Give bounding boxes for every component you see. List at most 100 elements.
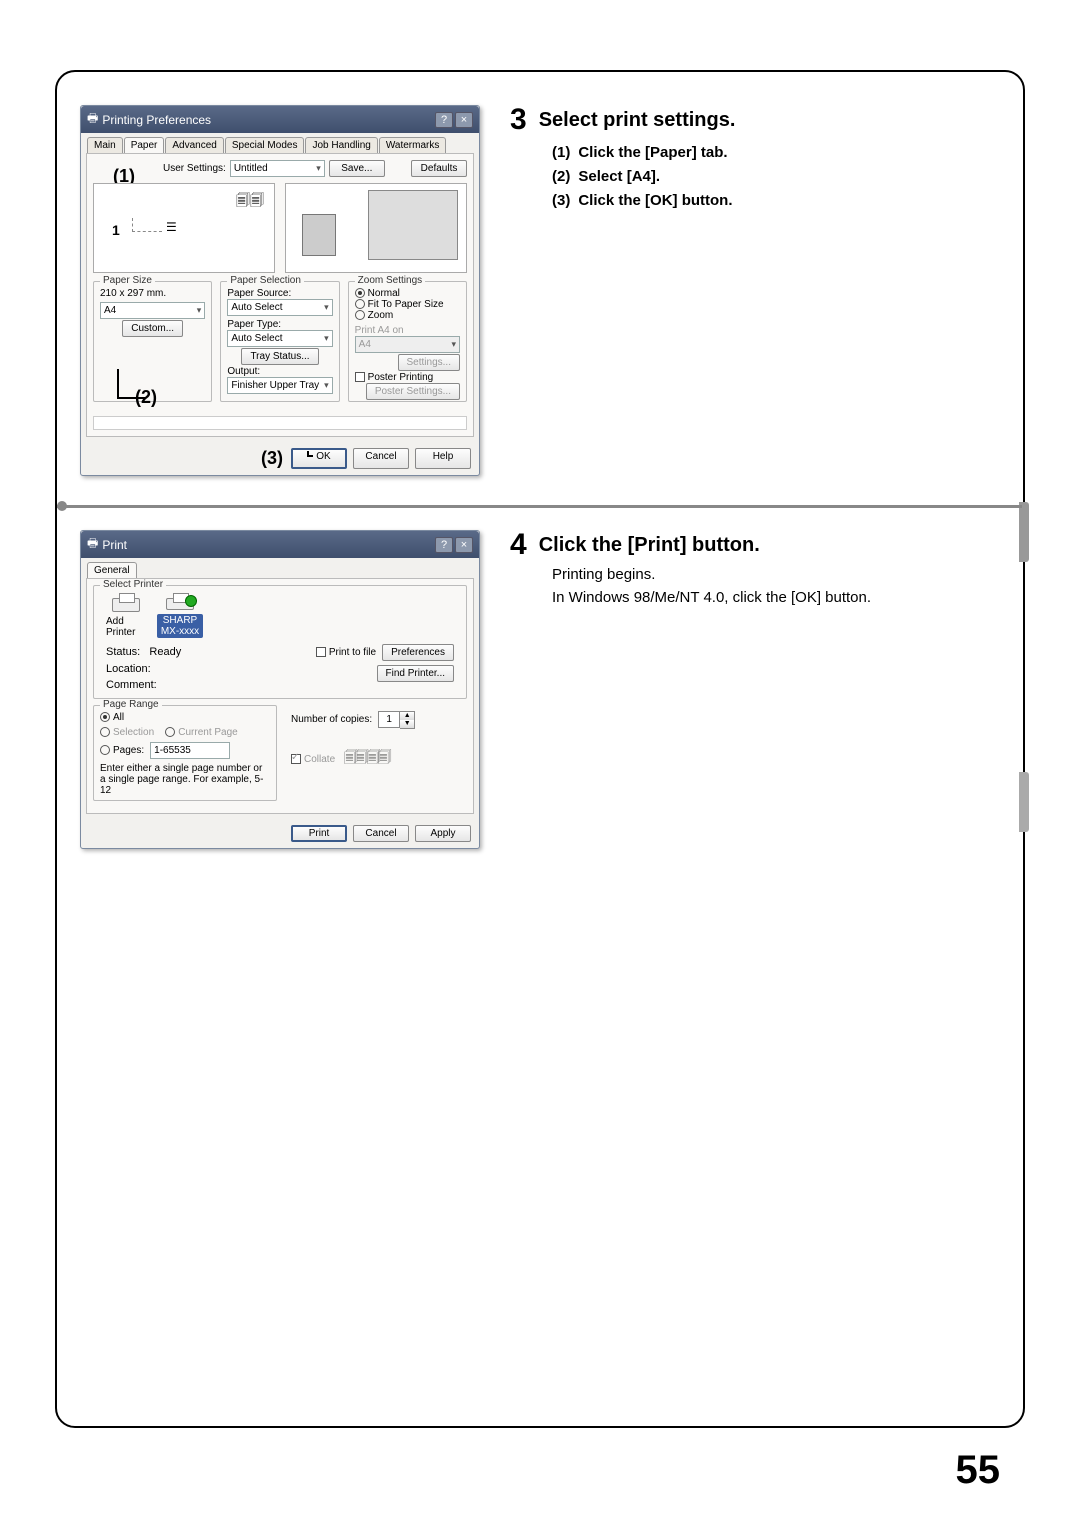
apply-button[interactable]: Apply xyxy=(415,825,471,842)
paper-type-combo[interactable]: Auto Select ▾ xyxy=(227,330,332,347)
close-icon[interactable]: × xyxy=(455,537,473,553)
find-printer-button[interactable]: Find Printer... xyxy=(377,665,454,682)
radio-zoom[interactable]: Zoom xyxy=(355,310,460,321)
copies-label: Number of copies: xyxy=(291,714,372,725)
paper-source-combo[interactable]: Auto Select▾ xyxy=(227,299,332,316)
user-settings-value: Untitled xyxy=(234,163,268,174)
chevron-down-icon: ▾ xyxy=(197,305,202,316)
tab-job-handling[interactable]: Job Handling xyxy=(305,137,377,153)
dialog-body: (1) User Settings: Untitled▾ Save... Def… xyxy=(86,153,474,437)
pages-input[interactable]: 1-65535 xyxy=(150,742,230,759)
step-3-substeps: (1)Click the [Paper] tab. (2)Select [A4]… xyxy=(552,141,995,213)
tab-main[interactable]: Main xyxy=(87,137,123,153)
pages-stack-icon: 🗐🗐 xyxy=(236,190,264,214)
printer-icon: 🖶 xyxy=(87,534,98,555)
step-3-number: 3 xyxy=(510,105,527,135)
dialog-titlebar: 🖶 Printing Preferences ? × xyxy=(81,106,479,133)
radio-fit[interactable]: Fit To Paper Size xyxy=(355,299,460,310)
step-4-desc-2: In Windows 98/Me/NT 4.0, click the [OK] … xyxy=(552,587,995,610)
output-value: Finisher Upper Tray xyxy=(231,380,319,391)
preview-guide xyxy=(132,218,162,232)
group-paper-size: Paper Size 210 x 297 mm. A4▾ Custom... xyxy=(93,281,212,402)
location-label: Location: xyxy=(106,661,181,678)
print-dialog: 🖶 Print ? × General Select Printer Add P… xyxy=(80,530,480,849)
tabs-strip: Main Paper Advanced Special Modes Job Ha… xyxy=(81,133,479,153)
tray-icon: ☰ xyxy=(166,220,177,234)
print-button[interactable]: Print xyxy=(291,825,347,842)
paper-type-value: Auto Select xyxy=(231,333,282,344)
print-titlebar: 🖶 Print ? × xyxy=(81,531,479,558)
finisher-illustration xyxy=(302,214,336,256)
radio-selection: Selection xyxy=(100,727,154,738)
chevron-down-icon: ▾ xyxy=(451,339,456,350)
divider-dot xyxy=(57,501,67,511)
tab-advanced[interactable]: Advanced xyxy=(165,137,223,153)
tab-special-modes[interactable]: Special Modes xyxy=(225,137,305,153)
group-select-printer: Select Printer Add Printer SHARP MX-xxxx xyxy=(93,585,467,699)
side-tab-marker xyxy=(1019,502,1029,562)
user-settings-combo[interactable]: Untitled ▾ xyxy=(230,160,325,177)
callout-2-line xyxy=(117,369,145,399)
spinner-down-icon[interactable]: ▼ xyxy=(400,720,414,728)
zoom-legend: Zoom Settings xyxy=(355,275,425,286)
close-icon[interactable]: × xyxy=(455,112,473,128)
ok-button[interactable]: OK xyxy=(291,448,347,469)
help-button[interactable]: Help xyxy=(415,448,471,469)
select-printer-legend: Select Printer xyxy=(100,579,166,590)
tray-status-button[interactable]: Tray Status... xyxy=(241,348,318,365)
printing-preferences-dialog: 🖶 Printing Preferences ? × Main Paper Ad… xyxy=(80,105,480,476)
help-icon[interactable]: ? xyxy=(435,537,453,553)
save-button[interactable]: Save... xyxy=(329,160,385,177)
print-to-file-checkbox[interactable]: Print to file xyxy=(316,647,376,658)
status-value: Ready xyxy=(149,646,181,658)
cancel-button[interactable]: Cancel xyxy=(353,448,409,469)
group-paper-selection: Paper Selection Paper Source: Auto Selec… xyxy=(220,281,339,402)
group-page-range: Page Range All Selection Current Page Pa… xyxy=(93,705,277,801)
step-3-title: Select print settings. xyxy=(539,109,736,132)
preferences-button[interactable]: Preferences xyxy=(382,644,454,661)
collate-icon: 🗐🗐 🗐🗐 xyxy=(344,749,389,765)
group-zoom: Zoom Settings Normal Fit To Paper Size Z… xyxy=(348,281,467,402)
poster-settings-button: Poster Settings... xyxy=(366,383,460,400)
print-cancel-button[interactable]: Cancel xyxy=(353,825,409,842)
radio-pages[interactable]: Pages: xyxy=(100,745,144,756)
add-printer-item[interactable]: Add Printer xyxy=(106,598,146,638)
step-4-desc-1: Printing begins. xyxy=(552,564,995,587)
copies-spinner[interactable]: 1 ▲▼ xyxy=(378,711,415,729)
callout-3: (3) xyxy=(261,448,283,469)
radio-all[interactable]: All xyxy=(100,712,270,723)
paper-size-legend: Paper Size xyxy=(100,275,155,286)
chevron-down-icon: ▾ xyxy=(316,163,321,174)
defaults-button[interactable]: Defaults xyxy=(411,160,467,177)
chevron-down-icon: ▾ xyxy=(324,333,329,344)
custom-button[interactable]: Custom... xyxy=(122,320,183,337)
checkbox-poster[interactable]: Poster Printing xyxy=(355,372,460,383)
print-on-label: Print A4 on xyxy=(355,325,460,336)
help-icon[interactable]: ? xyxy=(435,112,453,128)
page-range-hint: Enter either a single page number or a s… xyxy=(100,763,270,796)
output-combo[interactable]: Finisher Upper Tray▾ xyxy=(227,377,332,394)
sharp-printer-label: SHARP MX-xxxx xyxy=(157,614,203,638)
comment-label: Comment: xyxy=(106,677,181,694)
step-4-number: 4 xyxy=(510,530,527,560)
sharp-printer-item[interactable]: SHARP MX-xxxx xyxy=(160,598,200,638)
sharp-printer-icon xyxy=(166,598,194,610)
dialog-title: Printing Preferences xyxy=(102,113,211,127)
paper-size-combo[interactable]: A4▾ xyxy=(100,302,205,319)
spinner-up-icon[interactable]: ▲ xyxy=(400,712,414,720)
page-range-legend: Page Range xyxy=(100,699,162,710)
status-label: Status: xyxy=(106,646,140,658)
check-icon xyxy=(185,595,197,607)
output-label: Output: xyxy=(227,366,332,377)
tab-watermarks[interactable]: Watermarks xyxy=(379,137,447,153)
tab-general[interactable]: General xyxy=(87,562,137,578)
paper-dim: 210 x 297 mm. xyxy=(100,288,205,299)
preview-copies: 1 xyxy=(112,222,120,238)
print-title: Print xyxy=(102,538,127,552)
radio-normal[interactable]: Normal xyxy=(355,288,460,299)
copies-value: 1 xyxy=(378,711,400,728)
add-printer-label: Add Printer xyxy=(106,616,146,638)
user-settings-label: User Settings: xyxy=(163,163,226,174)
tab-paper[interactable]: Paper xyxy=(124,137,165,153)
chevron-down-icon: ▾ xyxy=(324,302,329,313)
